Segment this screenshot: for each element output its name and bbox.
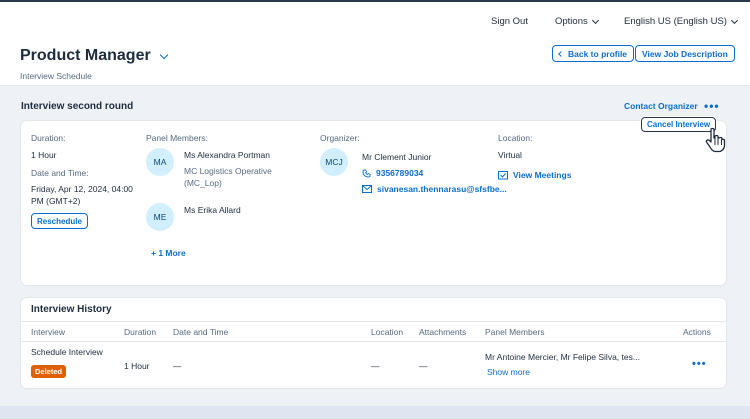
back-to-profile-label: Back to profile: [568, 48, 628, 59]
datetime-label: Date and Time:: [31, 168, 89, 178]
panel-members-label: Panel Members:: [146, 133, 208, 143]
organizer-email-link[interactable]: sivanesan.thennarasu@sfsfbe...: [362, 184, 507, 194]
column-header-attachments[interactable]: Attachments: [419, 327, 466, 337]
panel-member-name: Ms Alexandra Portman: [184, 150, 270, 160]
show-more-link[interactable]: Show more: [487, 367, 530, 377]
avatar: MA: [146, 148, 174, 176]
options-menu[interactable]: Options: [555, 16, 599, 27]
meetings-icon: [498, 171, 508, 180]
view-job-description-label: View Job Description: [642, 48, 728, 59]
sign-out-label: Sign Out: [491, 16, 528, 27]
history-panel-members: Mr Antoine Mercier, Mr Felipe Silva, tes…: [485, 352, 640, 362]
column-header-location[interactable]: Location: [371, 327, 403, 337]
language-menu[interactable]: English US (English US): [624, 16, 739, 27]
organizer-email: sivanesan.thennarasu@sfsfbe...: [377, 184, 507, 194]
chevron-left-icon: [558, 50, 564, 57]
reschedule-button[interactable]: Reschedule: [31, 213, 88, 229]
interview-history-card: Interview History Interview Duration Dat…: [21, 298, 726, 388]
options-label: Options: [555, 16, 588, 27]
history-duration: 1 Hour: [124, 361, 150, 371]
organizer-label: Organizer:: [320, 133, 360, 143]
language-label: English US (English US): [624, 16, 727, 27]
panel-member-name: Ms Erika Allard: [184, 205, 241, 215]
column-header-interview[interactable]: Interview: [31, 327, 65, 337]
interview-details-card: Duration: 1 Hour Date and Time: Friday, …: [21, 121, 726, 285]
datetime-value-line2: PM (GMT+2): [31, 196, 81, 206]
row-actions-button[interactable]: •••: [692, 358, 707, 370]
back-to-profile-button[interactable]: Back to profile: [552, 45, 635, 62]
hand-cursor-icon: [705, 127, 726, 153]
email-icon: [362, 185, 372, 193]
duration-label: Duration:: [31, 133, 66, 143]
page-title[interactable]: Product Manager: [20, 47, 168, 65]
organizer-phone-link[interactable]: 9356789034: [362, 168, 423, 178]
chevron-down-icon: [591, 16, 599, 24]
panel-member-role: MC Logistics Operative: [184, 166, 272, 176]
page-title-text: Product Manager: [20, 47, 151, 64]
chevron-down-icon: [730, 16, 739, 24]
history-datetime: —: [173, 361, 182, 371]
organizer-name: Mr Clement Junior: [362, 152, 432, 162]
sign-out-link[interactable]: Sign Out: [491, 16, 528, 27]
history-table-header: Interview Duration Date and Time Locatio…: [21, 321, 726, 342]
panel-member-role-code: (MC_Lop): [184, 178, 222, 188]
page-header: Product Manager Interview Schedule Back …: [0, 38, 750, 86]
organizer-phone: 9356789034: [376, 168, 424, 178]
history-interview-name: Schedule Interview: [31, 347, 103, 357]
more-actions-button[interactable]: •••: [704, 99, 720, 113]
page-subtitle: Interview Schedule: [20, 71, 92, 81]
status-badge: Deleted: [31, 365, 67, 378]
avatar: MCJ: [320, 148, 348, 176]
column-header-panel-members[interactable]: Panel Members: [485, 327, 545, 337]
datetime-value-line1: Friday, Apr 12, 2024, 04:00: [31, 184, 133, 194]
view-meetings-link[interactable]: View Meetings: [498, 170, 571, 180]
interview-history-title: Interview History: [31, 304, 112, 315]
column-header-duration[interactable]: Duration: [124, 327, 156, 337]
avatar: ME: [146, 203, 174, 231]
view-meetings-label: View Meetings: [513, 170, 572, 180]
footer-strip: [0, 406, 750, 419]
location-label: Location:: [498, 133, 533, 143]
phone-icon: [362, 168, 371, 178]
contact-organizer-link[interactable]: Contact Organizer: [624, 101, 698, 111]
shell-bar: Sign Out Options English US (English US): [0, 0, 750, 38]
interview-title: Interview second round: [21, 101, 134, 112]
more-members-link[interactable]: + 1 More: [151, 248, 186, 258]
column-header-actions: Actions: [683, 327, 711, 337]
location-value: Virtual: [498, 150, 522, 160]
duration-value: 1 Hour: [31, 150, 57, 160]
history-location: —: [371, 361, 380, 371]
chevron-down-icon[interactable]: [159, 50, 168, 59]
view-job-description-button[interactable]: View Job Description: [635, 45, 735, 62]
history-attachments: —: [419, 361, 428, 371]
column-header-date-time[interactable]: Date and Time: [173, 327, 228, 337]
